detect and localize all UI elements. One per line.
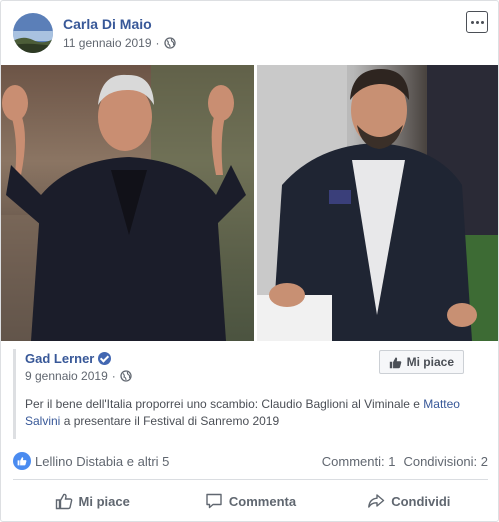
like-page-button[interactable]: Mi piace <box>378 350 464 374</box>
share-label: Condividi <box>391 493 451 509</box>
avatar[interactable] <box>13 13 53 53</box>
shared-meta-separator: · <box>111 369 116 383</box>
shared-text-after: a presentare il Festival di Sanremo 2019 <box>60 414 280 428</box>
meta-separator: · <box>155 36 160 50</box>
globe-icon[interactable] <box>120 370 132 382</box>
like-page-label: Mi piace <box>406 355 454 369</box>
likers-text[interactable]: Lellino Distabia e altri 5 <box>35 454 169 469</box>
comment-bubble-icon <box>206 493 222 509</box>
reactions-summary[interactable]: Lellino Distabia e altri 5 <box>13 452 169 470</box>
comments-count[interactable]: Commenti: 1 <box>322 454 396 469</box>
shared-post: Gad Lerner 9 gennaio 2019 · Mi piace Per… <box>1 341 498 441</box>
engagement-counts: Commenti: 1 Condivisioni: 2 <box>322 454 488 469</box>
like-reaction-icon <box>13 452 31 470</box>
photo-claudio-baglioni[interactable] <box>1 65 255 341</box>
shared-author-name[interactable]: Gad Lerner <box>25 351 94 366</box>
like-label: Mi piace <box>78 493 130 509</box>
reactions-bar: Lellino Distabia e altri 5 Commenti: 1 C… <box>13 450 488 472</box>
shared-text-before: Per il bene dell'Italia proporrei uno sc… <box>25 397 424 411</box>
more-options-icon[interactable] <box>466 11 488 33</box>
thumbs-up-icon <box>389 357 401 368</box>
post-actions: Mi piace Commenta Condividi <box>13 483 488 519</box>
shared-date[interactable]: 9 gennaio 2019 <box>25 369 108 383</box>
verified-badge-icon <box>98 352 112 365</box>
avatar-image <box>13 13 53 53</box>
post-author-name[interactable]: Carla Di Maio <box>63 16 152 32</box>
like-button[interactable]: Mi piace <box>13 483 171 519</box>
shared-author: Gad Lerner <box>25 351 112 366</box>
post-header: Carla Di Maio 11 gennaio 2019 · <box>13 11 488 55</box>
share-button[interactable]: Condividi <box>330 483 488 519</box>
post-card: Carla Di Maio 11 gennaio 2019 · Gad Lern… <box>0 0 499 522</box>
globe-icon[interactable] <box>163 37 176 49</box>
share-arrow-icon <box>368 494 385 508</box>
post-date[interactable]: 11 gennaio 2019 <box>63 36 152 50</box>
thumbs-up-icon <box>55 493 72 510</box>
post-meta: 11 gennaio 2019 · <box>63 36 176 50</box>
comment-label: Commenta <box>228 493 297 509</box>
shares-count[interactable]: Condivisioni: 2 <box>403 454 488 469</box>
comment-button[interactable]: Commenta <box>171 483 329 519</box>
actions-divider <box>13 479 488 480</box>
shared-meta: 9 gennaio 2019 · <box>25 369 132 383</box>
photo-matteo-salvini[interactable] <box>257 65 498 341</box>
shared-text: Per il bene dell'Italia proporrei uno sc… <box>25 396 487 430</box>
shared-post-border <box>13 349 16 439</box>
post-photos[interactable] <box>1 65 498 341</box>
